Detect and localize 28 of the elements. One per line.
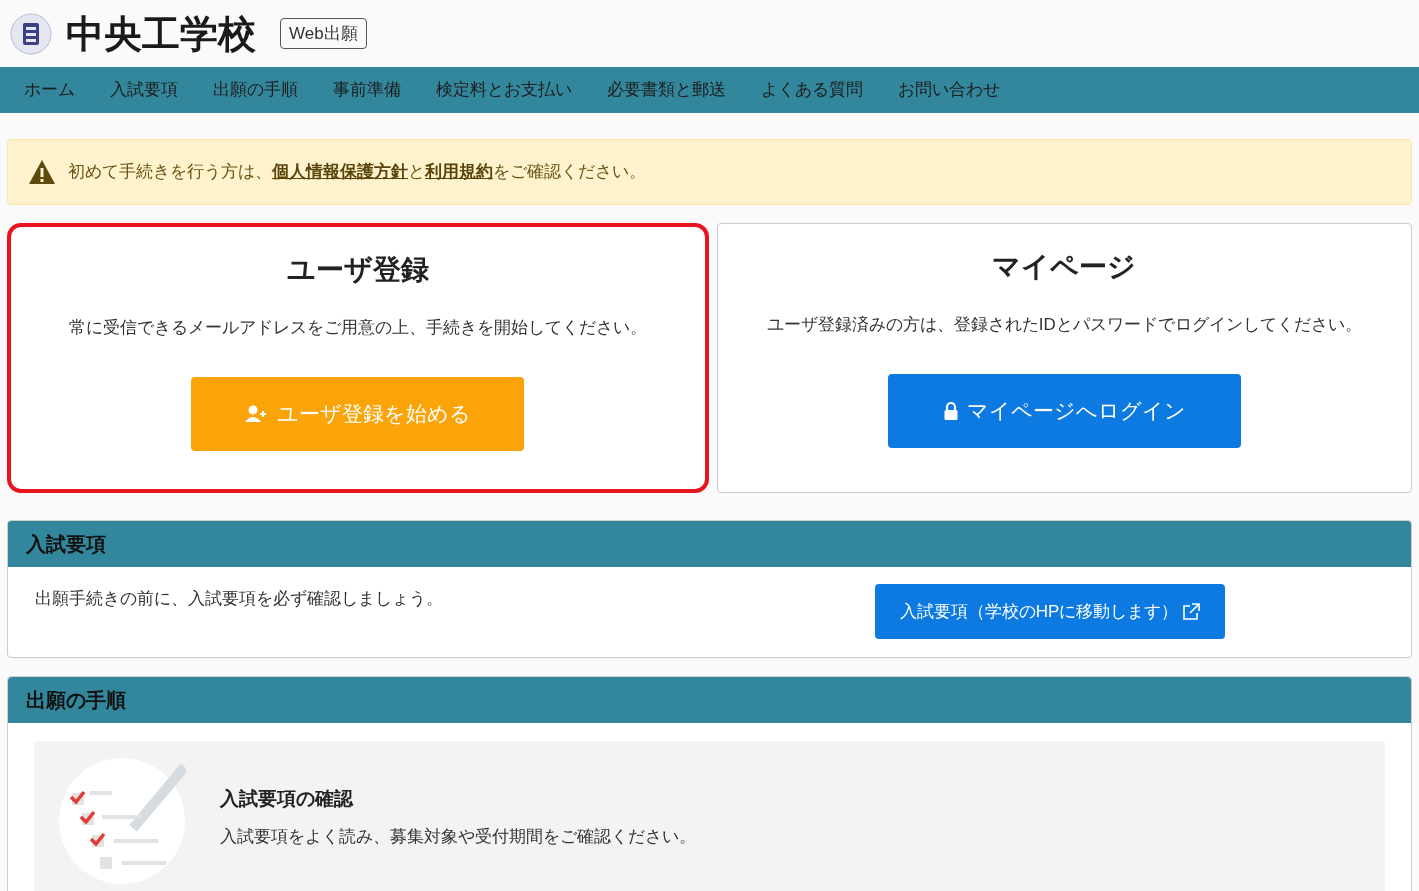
nav-link[interactable]: お問い合わせ [898, 77, 1000, 103]
nav-link[interactable]: よくある質問 [761, 77, 863, 103]
add-user-icon [244, 404, 269, 423]
school-name: 中央工学校 [66, 14, 256, 53]
card-description: ユーザ登録済みの方は、登録されたIDとパスワードでログインしてください。 [766, 314, 1362, 336]
panel-text: 出願手続きの前に、入試要項を必ず確認しましょう。 [35, 588, 444, 610]
web-application-badge: Web出願 [280, 17, 367, 50]
nav-link[interactable]: 入試要項 [110, 77, 178, 103]
card-description: 常に受信できるメールアドレスをご用意の上、手続きを開始してください。 [68, 317, 647, 339]
card-title: マイページ [992, 250, 1137, 284]
policy-link[interactable]: 個人情報保護方針 [272, 162, 408, 182]
lock-icon [942, 400, 959, 421]
panel-heading: 出願の手順 [8, 677, 1411, 723]
panel-heading: 入試要項 [8, 521, 1411, 567]
step-title: 入試要項の確認 [220, 787, 355, 811]
notice-text: 初めて手続きを行う方は、個人情報保護方針と利用規約をご確認ください。 [68, 161, 646, 184]
external-link-icon [1182, 602, 1201, 621]
warning-icon [28, 159, 56, 185]
login-button[interactable]: マイページへログイン [887, 373, 1241, 448]
nav-link[interactable]: 出願の手順 [213, 77, 298, 103]
nav-link[interactable]: ホーム [24, 77, 75, 103]
nav-link[interactable]: 検定料とお支払い [436, 77, 572, 103]
guidelines-link-button[interactable]: 入試要項（学校のHPに移動します） [875, 584, 1225, 639]
nav-link[interactable]: 事前準備 [333, 77, 401, 103]
card-title: ユーザ登録 [286, 253, 429, 287]
policy-link[interactable]: 利用規約 [425, 162, 493, 182]
nav-link[interactable]: 必要書類と郵送 [607, 77, 726, 103]
step-text: 入試要項をよく読み、募集対象や受付期間をご確認ください。 [220, 825, 696, 848]
